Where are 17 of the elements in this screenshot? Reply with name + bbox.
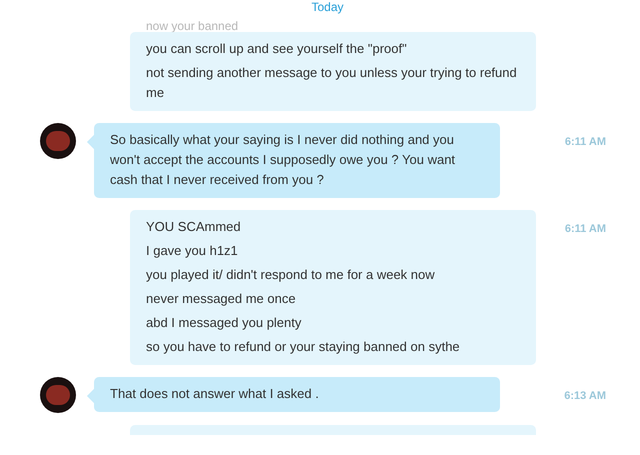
message-text: That does not answer what I asked . (110, 385, 320, 403)
faded-message-text: now your banned (146, 19, 238, 33)
message-text: not sending another message to you unless your trying to refund me (146, 64, 518, 102)
message-text: abd I messaged you plenty (146, 314, 302, 332)
avatar (40, 123, 76, 159)
message-text: YOU SCAmmed (146, 218, 242, 236)
message-text: you played it/ didn't respond to me for a week now (146, 266, 436, 284)
avatar (40, 377, 76, 413)
message-text: so you have to refund or your staying banned on sythe (146, 338, 461, 356)
message-time: 6:11 AM (564, 222, 606, 237)
message-time: 6:11 AM (564, 135, 606, 150)
date-divider: Today (311, 0, 344, 14)
message-text: So basically what your saying is I never did nothing and you won't accept the accounts I supposedly owe you ? You want cash that I never received from you ? (110, 131, 456, 189)
message-text: I gave you h1z1 (146, 242, 239, 260)
message-text: you can scroll up and see yourself the "proof" (146, 40, 408, 58)
message-text: never messaged me once (146, 290, 297, 308)
message-time: 6:13 AM (564, 389, 606, 404)
